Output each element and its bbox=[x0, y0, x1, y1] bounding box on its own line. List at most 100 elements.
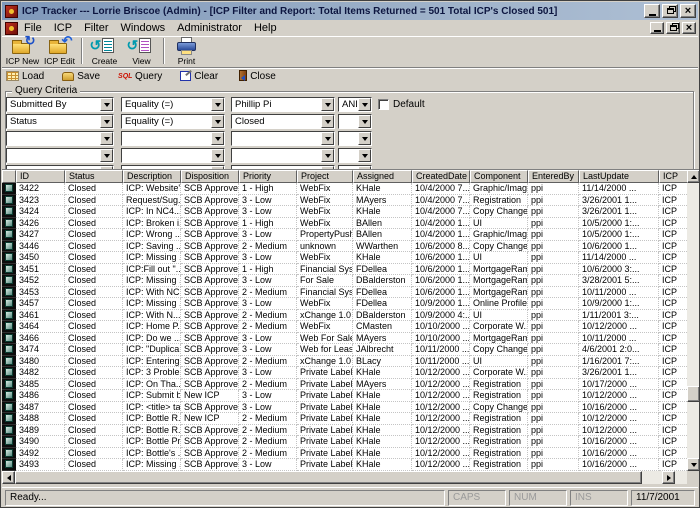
table-row[interactable]: 3464ClosedICP: Home P...SCB Approved2 - … bbox=[2, 321, 687, 333]
table-row[interactable]: 3452ClosedICP: Missing ...SCB Approved3 … bbox=[2, 275, 687, 287]
dropdown-arrow-button[interactable] bbox=[358, 149, 371, 162]
dropdown-arrow-button[interactable] bbox=[100, 132, 113, 145]
column-header-priority[interactable]: Priority bbox=[239, 170, 297, 183]
query-value-combo-row2[interactable]: Closed bbox=[231, 114, 335, 129]
menu-windows[interactable]: Windows bbox=[115, 21, 172, 35]
child-close-button[interactable]: × bbox=[682, 22, 696, 34]
default-checkbox[interactable] bbox=[378, 99, 389, 110]
table-row[interactable]: 3489ClosedICP: Bottle R...SCB Approved2 … bbox=[2, 425, 687, 437]
table-row[interactable]: 3450ClosedICP: Missing ...SCB Approved3 … bbox=[2, 252, 687, 264]
query-sql-button[interactable]: SQLQuery bbox=[118, 69, 168, 85]
query-conjunction-combo-row1[interactable]: AND bbox=[338, 97, 372, 112]
save-button[interactable]: Save bbox=[62, 69, 106, 85]
view-button[interactable]: ↺View bbox=[123, 37, 160, 66]
table-row[interactable]: 3422ClosedICP: Website'...SCB Approved1 … bbox=[2, 183, 687, 195]
load-button[interactable]: Load bbox=[6, 69, 50, 85]
dropdown-arrow-button[interactable] bbox=[211, 132, 224, 145]
query-conjunction-combo-row4[interactable] bbox=[338, 148, 372, 163]
query-value-combo-row4[interactable] bbox=[231, 148, 335, 163]
table-row[interactable]: 3486ClosedICP: Submit b...New ICP3 - Low… bbox=[2, 390, 687, 402]
close-button[interactable]: Close bbox=[236, 69, 282, 85]
dropdown-arrow-button[interactable] bbox=[100, 98, 113, 111]
document-window-icon[interactable] bbox=[5, 22, 18, 35]
icp-new-button[interactable]: ↻ICP New bbox=[4, 37, 41, 66]
column-header-assigned[interactable]: Assigned bbox=[353, 170, 412, 183]
query-value-combo-row1[interactable]: Phillip Pi bbox=[231, 97, 335, 112]
table-row[interactable]: 3451ClosedICP:Fill out "...SCB Approved1… bbox=[2, 264, 687, 276]
dropdown-arrow-button[interactable] bbox=[321, 115, 334, 128]
app-icon[interactable] bbox=[5, 5, 18, 18]
print-button[interactable]: Print bbox=[168, 37, 205, 66]
menu-filter[interactable]: Filter bbox=[78, 21, 114, 35]
dropdown-arrow-button[interactable] bbox=[358, 115, 371, 128]
query-operator-combo-row2[interactable]: Equality (=) bbox=[121, 114, 225, 129]
vertical-scrollbar[interactable] bbox=[687, 170, 700, 471]
menu-administrator[interactable]: Administrator bbox=[171, 21, 248, 35]
dropdown-arrow-button[interactable] bbox=[358, 132, 371, 145]
column-header-project[interactable]: Project bbox=[297, 170, 353, 183]
column-header-component[interactable]: Component bbox=[470, 170, 528, 183]
query-field-combo-row4[interactable] bbox=[6, 148, 114, 163]
table-row[interactable]: 3423ClosedRequest/Sug...SCB Approved3 - … bbox=[2, 195, 687, 207]
table-row[interactable]: 3427ClosedICP: Wrong ...SCB Approved3 - … bbox=[2, 229, 687, 241]
scroll-down-button[interactable] bbox=[687, 458, 700, 471]
table-row[interactable]: 3480ClosedICP: Entering...SCB Approved2 … bbox=[2, 356, 687, 368]
column-header-createddate[interactable]: CreatedDate bbox=[412, 170, 470, 183]
dropdown-arrow-button[interactable] bbox=[358, 98, 371, 111]
table-row[interactable]: 3474ClosedICP: "Duplica...SCB Approved3 … bbox=[2, 344, 687, 356]
table-row[interactable]: 3426ClosedICP: Broken i...SCB Approved1 … bbox=[2, 218, 687, 230]
query-conjunction-combo-row2[interactable] bbox=[338, 114, 372, 129]
dropdown-arrow-button[interactable] bbox=[100, 149, 113, 162]
dropdown-arrow-button[interactable] bbox=[321, 98, 334, 111]
close-button[interactable]: × bbox=[680, 4, 696, 18]
table-row[interactable]: 3461ClosedICP: With N...SCB Approved2 - … bbox=[2, 310, 687, 322]
table-row[interactable]: 3487ClosedICP: <title> ta...SCB Approved… bbox=[2, 402, 687, 414]
table-row[interactable]: 3482ClosedICP: 3 Proble...SCB Approved3 … bbox=[2, 367, 687, 379]
dropdown-arrow-button[interactable] bbox=[100, 115, 113, 128]
query-field-combo-row1[interactable]: Submitted By bbox=[6, 97, 114, 112]
column-header-lastupdate[interactable]: LastUpdate bbox=[579, 170, 659, 183]
scroll-left-button[interactable] bbox=[2, 471, 15, 484]
table-row[interactable]: 3453ClosedICP: With NC...SCB Approved2 -… bbox=[2, 287, 687, 299]
restore-button[interactable] bbox=[662, 4, 678, 18]
column-header-status[interactable]: Status bbox=[65, 170, 123, 183]
dropdown-arrow-button[interactable] bbox=[211, 149, 224, 162]
vertical-scroll-thumb[interactable] bbox=[687, 386, 700, 402]
scroll-right-button[interactable] bbox=[662, 471, 675, 484]
table-row[interactable]: 3493ClosedICP: Missing ...SCB Approved3 … bbox=[2, 459, 687, 471]
column-header-icp[interactable]: ICP bbox=[659, 170, 689, 183]
column-header-description[interactable]: Description bbox=[123, 170, 181, 183]
dropdown-arrow-button[interactable] bbox=[321, 132, 334, 145]
child-restore-button[interactable] bbox=[666, 22, 680, 34]
table-row[interactable]: 3485ClosedICP: On Tha...SCB Approved2 - … bbox=[2, 379, 687, 391]
query-operator-combo-row1[interactable]: Equality (=) bbox=[121, 97, 225, 112]
column-header-enteredby[interactable]: EnteredBy bbox=[528, 170, 579, 183]
dropdown-arrow-button[interactable] bbox=[211, 98, 224, 111]
column-header-disposition[interactable]: Disposition bbox=[181, 170, 239, 183]
table-row[interactable]: 3446ClosedICP: Saving ...SCB Approved2 -… bbox=[2, 241, 687, 253]
table-row[interactable]: 3457ClosedICP: Missing ...SCB Approved3 … bbox=[2, 298, 687, 310]
column-header-id[interactable]: ID bbox=[16, 170, 65, 183]
horizontal-scroll-thumb[interactable] bbox=[15, 471, 642, 484]
table-row[interactable]: 3466ClosedICP: Do we ...SCB Approved3 - … bbox=[2, 333, 687, 345]
query-field-combo-row3[interactable] bbox=[6, 131, 114, 146]
dropdown-arrow-button[interactable] bbox=[211, 115, 224, 128]
query-operator-combo-row4[interactable] bbox=[121, 148, 225, 163]
scroll-up-button[interactable] bbox=[687, 170, 700, 183]
dropdown-arrow-button[interactable] bbox=[321, 149, 334, 162]
child-minimize-button[interactable] bbox=[650, 22, 664, 34]
clear-button[interactable]: Clear bbox=[180, 69, 224, 85]
table-row[interactable]: 3490ClosedICP: Bottle Pr...SCB Approved2… bbox=[2, 436, 687, 448]
minimize-button[interactable] bbox=[644, 4, 660, 18]
horizontal-scrollbar[interactable] bbox=[2, 471, 687, 484]
table-row[interactable]: 3488ClosedICP: Bottle R...New ICP2 - Med… bbox=[2, 413, 687, 425]
query-field-combo-row2[interactable]: Status bbox=[6, 114, 114, 129]
query-operator-combo-row3[interactable] bbox=[121, 131, 225, 146]
query-value-combo-row3[interactable] bbox=[231, 131, 335, 146]
table-row[interactable]: 3492ClosedICP: Bottle's ...SCB Approved2… bbox=[2, 448, 687, 460]
icp-edit-button[interactable]: ↶ICP Edit bbox=[41, 37, 78, 66]
table-row[interactable]: 3424ClosedICP: In NC4....SCB Approved3 -… bbox=[2, 206, 687, 218]
query-conjunction-combo-row3[interactable] bbox=[338, 131, 372, 146]
create-button[interactable]: ↺Create bbox=[86, 37, 123, 66]
menu-help[interactable]: Help bbox=[248, 21, 283, 35]
